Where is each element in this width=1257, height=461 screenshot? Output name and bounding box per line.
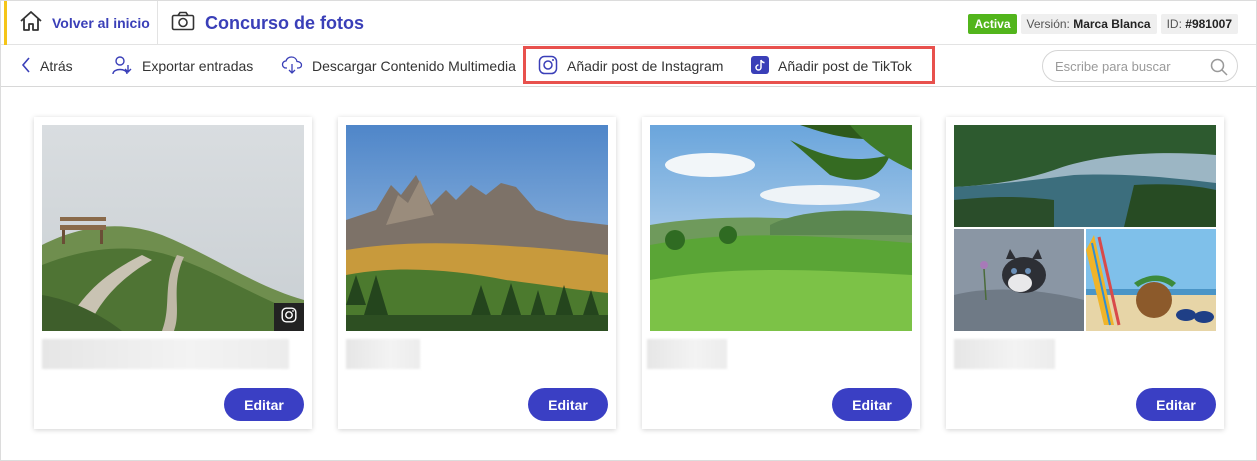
add-instagram-label: Añadir post de Instagram [567, 58, 724, 74]
export-label: Exportar entradas [142, 58, 254, 74]
home-label: Volver al inicio [52, 15, 150, 31]
toolbar: Atrás Exportar entradas Descargar Conten… [1, 45, 1256, 87]
id-label: ID: [1166, 17, 1182, 31]
home-icon [19, 10, 43, 37]
instagram-icon [281, 306, 297, 328]
camera-icon [171, 11, 195, 36]
status-badge: Activa [968, 14, 1017, 34]
instagram-icon [538, 55, 558, 78]
caption-placeholder [954, 339, 1055, 369]
caption-placeholder [346, 339, 420, 369]
entry-card: Editar [34, 117, 312, 429]
entry-photo-collage[interactable] [954, 125, 1216, 331]
back-label: Atrás [40, 58, 73, 74]
cloud-download-icon [281, 55, 303, 77]
search-box[interactable] [1042, 50, 1238, 82]
entry-photo[interactable] [42, 125, 304, 331]
user-export-icon [111, 55, 133, 78]
search-input[interactable] [1055, 58, 1205, 74]
entry-card: Editar [946, 117, 1224, 429]
edit-button[interactable]: Editar [528, 388, 608, 421]
search-icon[interactable] [1209, 57, 1229, 82]
edit-button[interactable]: Editar [224, 388, 304, 421]
caption-placeholder [42, 339, 289, 369]
page-title: Concurso de fotos [205, 12, 365, 33]
version-label: Versión: [1026, 17, 1070, 31]
edit-button[interactable]: Editar [1136, 388, 1216, 421]
add-tiktok-label: Añadir post de TikTok [778, 58, 912, 74]
top-bar: Volver al inicio Concurso de fotos Activ… [1, 1, 1256, 45]
app-frame: Volver al inicio Concurso de fotos Activ… [0, 0, 1257, 461]
campaign-meta: Activa Versión: Marca Blanca ID: #981007 [968, 14, 1238, 34]
download-media-button[interactable]: Descargar Contenido Multimedia [281, 45, 516, 87]
entry-card: Editar [338, 117, 616, 429]
entry-photo[interactable] [650, 125, 912, 331]
id-chip: ID: #981007 [1160, 14, 1238, 34]
chevron-left-icon [21, 56, 31, 76]
id-value: #981007 [1185, 17, 1232, 31]
add-tiktok-post-button[interactable]: Añadir post de TikTok [751, 45, 912, 87]
page-title-area: Concurso de fotos [171, 1, 364, 45]
export-entries-button[interactable]: Exportar entradas [111, 45, 253, 87]
entry-photo[interactable] [346, 125, 608, 331]
caption-placeholder [647, 339, 727, 369]
instagram-source-badge [274, 303, 304, 331]
version-chip: Versión: Marca Blanca [1020, 14, 1157, 34]
download-label: Descargar Contenido Multimedia [312, 58, 516, 74]
home-button[interactable]: Volver al inicio [7, 1, 158, 45]
entry-card: Editar [642, 117, 920, 429]
version-value: Marca Blanca [1073, 17, 1151, 31]
add-instagram-post-button[interactable]: Añadir post de Instagram [538, 45, 723, 87]
edit-button[interactable]: Editar [832, 388, 912, 421]
tiktok-icon [751, 55, 769, 77]
back-button[interactable]: Atrás [21, 45, 73, 87]
